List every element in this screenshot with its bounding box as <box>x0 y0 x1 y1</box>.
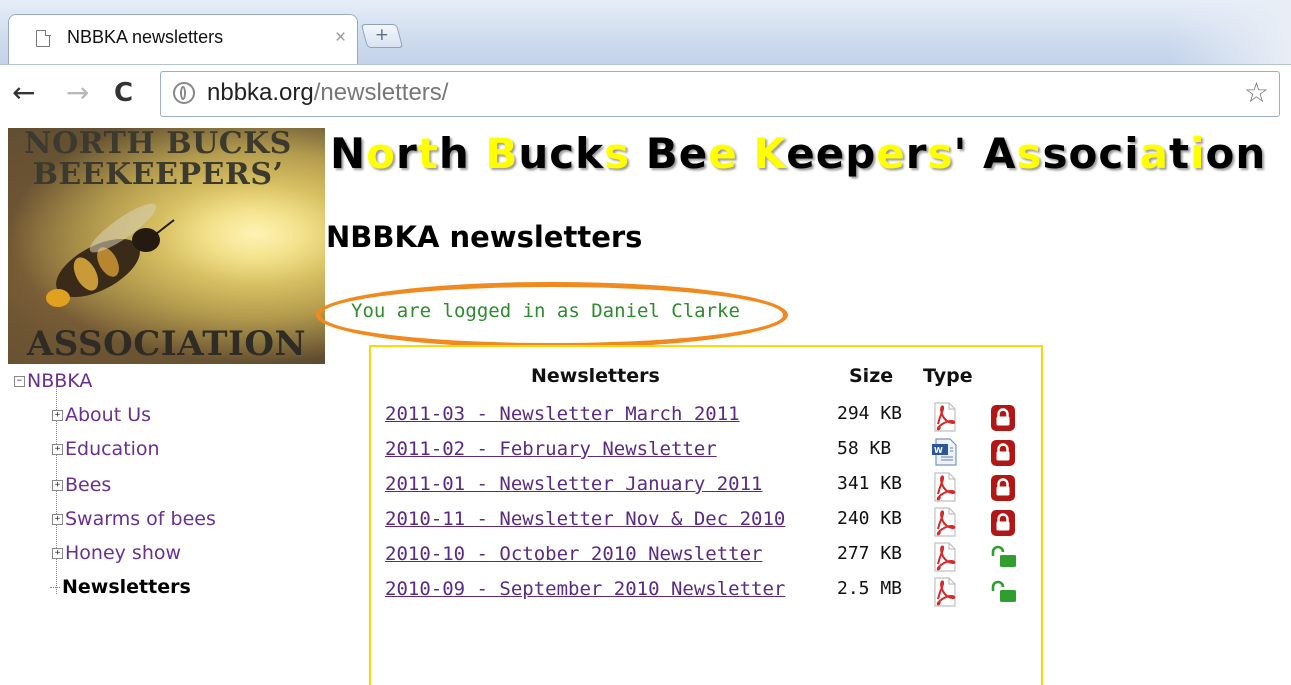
newsletter-link[interactable]: 2011-03 - Newsletter March 2011 <box>385 403 740 425</box>
word-file-icon[interactable]: W <box>931 437 959 471</box>
newsletter-link[interactable]: 2011-02 - February Newsletter <box>385 438 717 460</box>
column-header-size: Size <box>849 365 894 387</box>
sidebar-item-honey-show[interactable]: + Honey show <box>52 542 181 564</box>
browser-toolbar: ← → C nbbka.org/newsletters/ ☆ <box>0 64 1291 125</box>
expand-icon[interactable]: + <box>52 444 63 455</box>
expand-icon[interactable]: + <box>52 480 63 491</box>
forward-button[interactable]: → <box>66 73 89 113</box>
pdf-file-icon[interactable] <box>931 577 959 611</box>
sidebar-item-label: Bees <box>65 474 112 496</box>
logo-line-1: NORTH BUCKS <box>24 128 292 161</box>
url-text[interactable]: nbbka.org/newsletters/ <box>207 79 448 107</box>
sidebar-item-about-us[interactable]: + About Us <box>52 404 151 426</box>
url-path: /newsletters/ <box>313 79 449 106</box>
new-tab-button[interactable]: + <box>360 24 404 48</box>
pdf-file-icon[interactable] <box>931 472 959 506</box>
reload-button[interactable]: C <box>114 73 133 113</box>
expand-icon[interactable]: + <box>52 548 63 559</box>
sidebar-item-label: Newsletters <box>62 576 191 598</box>
column-header-newsletters: Newsletters <box>531 365 660 387</box>
sidebar-item-label: Honey show <box>65 542 182 564</box>
tab-nbbka-newsletters[interactable]: NBBKA newsletters × <box>8 14 358 64</box>
table-row: 2011-01 - Newsletter January 2011 341 KB <box>371 469 1045 503</box>
logo-line-2: BEEKEEPERS’ <box>32 157 284 192</box>
tab-close-icon[interactable]: × <box>335 27 346 49</box>
padlock-locked-icon <box>990 474 1016 506</box>
pdf-file-icon[interactable] <box>931 542 959 576</box>
site-logo[interactable]: NORTH BUCKS BEEKEEPERS’ ASSOCIATION <box>8 128 325 364</box>
browser-chrome: NBBKA newsletters × + ← → C nbbka.org/ne… <box>0 0 1291 125</box>
table-row: 2011-02 - February Newsletter 58 KB W <box>371 434 1045 468</box>
site-title: North Bucks Bee Keepers' Association <box>330 129 1267 178</box>
logo-bottom-text: ASSOCIATION <box>26 324 307 364</box>
sidebar-item-label: Education <box>65 438 160 460</box>
newsletter-size: 2.5 MB <box>837 578 903 599</box>
tab-strip: NBBKA newsletters × + <box>0 0 1291 64</box>
sidebar-item-education[interactable]: + Education <box>52 438 160 460</box>
pdf-file-icon[interactable] <box>931 402 959 436</box>
column-header-type: Type <box>923 365 973 387</box>
svg-text:W: W <box>934 446 943 455</box>
back-button[interactable]: ← <box>12 73 35 113</box>
newsletter-size: 294 KB <box>837 403 903 424</box>
table-row: 2010-09 - September 2010 Newsletter 2.5 M… <box>371 574 1045 608</box>
newsletters-table: Newsletters Size Type 2011-03 - Newslett… <box>369 345 1043 685</box>
bee-icon <box>46 203 175 307</box>
sidebar-item-bees[interactable]: + Bees <box>52 474 111 496</box>
sidebar-item-newsletters[interactable]: Newsletters <box>50 576 191 598</box>
table-row: 2011-03 - Newsletter March 2011 294 KB <box>371 399 1045 433</box>
newsletter-link[interactable]: 2010-09 - September 2010 Newsletter <box>385 578 785 600</box>
newsletter-size: 240 KB <box>837 508 903 529</box>
bookmark-star-icon[interactable]: ☆ <box>1244 76 1269 109</box>
tree-leaf-connector <box>50 587 60 588</box>
padlock-locked-icon <box>990 439 1016 471</box>
expand-icon[interactable]: + <box>52 410 63 421</box>
padlock-unlocked-icon <box>990 544 1018 572</box>
sidebar-item-label: About Us <box>65 404 152 426</box>
table-row: 2010-10 - October 2010 Newsletter 277 KB <box>371 539 1045 573</box>
newsletter-size: 341 KB <box>837 473 903 494</box>
page-title: NBBKA newsletters <box>326 220 643 254</box>
tree-root-label: NBBKA <box>27 370 93 392</box>
sidebar-item-swarms-of-bees[interactable]: + Swarms of bees <box>52 508 216 530</box>
padlock-locked-icon <box>990 404 1016 436</box>
sidebar-item-label: Swarms of bees <box>65 508 216 530</box>
newsletter-size: 277 KB <box>837 543 903 564</box>
plus-icon: + <box>374 25 389 45</box>
table-row: 2010-11 - Newsletter Nov & Dec 2010 240 K… <box>371 504 1045 538</box>
padlock-locked-icon <box>990 509 1016 541</box>
page-favicon-icon <box>36 29 51 47</box>
pdf-file-icon[interactable] <box>931 507 959 541</box>
collapse-icon[interactable]: − <box>14 376 25 387</box>
url-domain: nbbka.org <box>207 79 314 106</box>
highlight-oval-annotation <box>316 282 788 348</box>
newsletter-link[interactable]: 2010-11 - Newsletter Nov & Dec 2010 <box>385 508 785 530</box>
expand-icon[interactable]: + <box>52 514 63 525</box>
address-bar[interactable]: nbbka.org/newsletters/ ☆ <box>160 71 1280 117</box>
tab-title: NBBKA newsletters <box>67 27 224 47</box>
globe-icon <box>173 82 195 104</box>
tree-root-nbbka[interactable]: − NBBKA <box>14 370 92 392</box>
newsletter-size: 58 KB <box>837 438 892 459</box>
newsletter-link[interactable]: 2010-10 - October 2010 Newsletter <box>385 543 763 565</box>
page-content: NORTH BUCKS BEEKEEPERS’ ASSOCIATION Nort… <box>0 124 1291 685</box>
logo-top-text: NORTH BUCKS BEEKEEPERS’ <box>8 128 308 190</box>
newsletter-link[interactable]: 2011-01 - Newsletter January 2011 <box>385 473 763 495</box>
padlock-unlocked-icon <box>990 579 1018 607</box>
